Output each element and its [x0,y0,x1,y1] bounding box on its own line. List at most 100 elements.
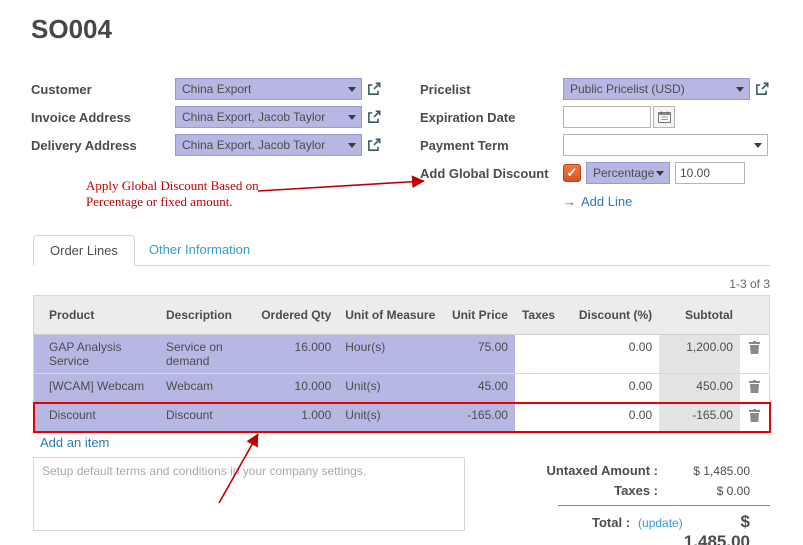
expiration-date-input[interactable] [563,106,651,128]
pricelist-external-link-icon[interactable] [754,81,771,98]
table-row[interactable]: GAP Analysis Service Service on demand 1… [34,335,770,374]
payment-term-select[interactable] [563,134,768,156]
cell-taxes[interactable] [515,335,572,374]
pricelist-value: Public Pricelist (USD) [570,82,685,96]
cell-description[interactable]: Service on demand [159,335,254,374]
page-title: SO004 [31,14,112,45]
cell-description[interactable]: Discount [159,403,254,432]
header-taxes[interactable]: Taxes [515,296,572,335]
totals-divider [558,505,770,506]
form-right-column: Pricelist Public Pricelist (USD) Expirat… [420,78,795,211]
cell-price[interactable]: 75.00 [445,335,515,374]
untaxed-amount-row: Untaxed Amount : $ 1,485.00 [520,463,770,478]
cell-product[interactable]: [WCAM] Webcam [34,374,160,403]
cell-subtotal: 450.00 [659,374,740,403]
notebook-tabs: Order Lines Other Information [33,236,770,266]
delete-row-icon[interactable] [747,379,762,397]
total-label: Total : [592,515,630,530]
cell-discount[interactable]: 0.00 [572,403,659,432]
header-description[interactable]: Description [159,296,254,335]
payment-term-label: Payment Term [420,138,563,153]
delivery-address-value: China Export, Jacob Taylor [182,138,325,152]
delete-row-icon[interactable] [747,408,762,426]
add-line-label: Add Line [581,194,632,209]
global-discount-checkbox[interactable]: ✓ [563,164,581,182]
sale-order-page: SO004 Customer China Export Invoice Addr… [0,0,803,545]
total-row: Total : (update) $ 1,485.00 [520,512,770,545]
delete-row-icon[interactable] [747,340,762,358]
header-product[interactable]: Product [34,296,160,335]
header-unit-of-measure[interactable]: Unit of Measure [338,296,445,335]
cell-discount[interactable]: 0.00 [572,335,659,374]
expiration-date-field-row: Expiration Date [420,106,795,128]
form-left-column: Customer China Export Invoice Address Ch… [31,78,419,162]
invoice-address-value: China Export, Jacob Taylor [182,110,325,124]
add-line-arrow-icon: → [563,194,576,209]
cell-description[interactable]: Webcam [159,374,254,403]
cell-uom[interactable]: Hour(s) [338,335,445,374]
customer-field-row: Customer China Export [31,78,419,100]
cell-taxes[interactable] [515,374,572,403]
cell-product[interactable]: Discount [34,403,160,432]
customer-label: Customer [31,82,175,97]
delivery-address-select[interactable]: China Export, Jacob Taylor [175,134,362,156]
invoice-address-label: Invoice Address [31,110,175,125]
tab-order-lines[interactable]: Order Lines [33,235,135,266]
global-discount-field-row: Add Global Discount ✓ Percentage [420,162,795,184]
cell-qty[interactable]: 1.000 [254,403,338,432]
grand-total-value: $ 1,485.00 [683,512,770,545]
header-unit-price[interactable]: Unit Price [445,296,515,335]
pricelist-select[interactable]: Public Pricelist (USD) [563,78,750,100]
untaxed-amount-label: Untaxed Amount : [520,463,658,478]
checkmark-icon: ✓ [567,165,578,181]
cell-uom[interactable]: Unit(s) [338,374,445,403]
delivery-address-field-row: Delivery Address China Export, Jacob Tay… [31,134,419,156]
calendar-icon[interactable] [653,106,675,128]
untaxed-amount-value: $ 1,485.00 [658,464,770,478]
add-an-item-link[interactable]: Add an item [33,429,116,456]
taxes-row: Taxes : $ 0.00 [520,483,770,498]
cell-product[interactable]: GAP Analysis Service [34,335,160,374]
add-line-button[interactable]: → Add Line [563,194,632,209]
expiration-date-label: Expiration Date [420,110,563,125]
cell-qty[interactable]: 10.000 [254,374,338,403]
pricelist-label: Pricelist [420,82,563,97]
totals-panel: Untaxed Amount : $ 1,485.00 Taxes : $ 0.… [520,463,770,545]
cell-discount[interactable]: 0.00 [572,374,659,403]
cell-subtotal: -165.00 [659,403,740,432]
cell-taxes[interactable] [515,403,572,432]
customer-external-link-icon[interactable] [366,81,383,98]
discount-type-select[interactable]: Percentage [586,162,670,184]
invoice-address-external-link-icon[interactable] [366,109,383,126]
cell-qty[interactable]: 16.000 [254,335,338,374]
invoice-address-select[interactable]: China Export, Jacob Taylor [175,106,362,128]
taxes-value: $ 0.00 [658,484,770,498]
cell-subtotal: 1,200.00 [659,335,740,374]
payment-term-field-row: Payment Term [420,134,795,156]
taxes-label: Taxes : [520,483,658,498]
terms-and-conditions-textarea[interactable] [33,457,465,531]
update-total-link[interactable]: (update) [638,516,683,530]
table-header-row: Product Description Ordered Qty Unit of … [34,296,770,335]
table-row[interactable]: [WCAM] Webcam Webcam 10.000 Unit(s) 45.0… [34,374,770,403]
delivery-address-external-link-icon[interactable] [366,137,383,154]
pricelist-field-row: Pricelist Public Pricelist (USD) [420,78,795,100]
table-row-discount-highlighted[interactable]: Discount Discount 1.000 Unit(s) -165.00 … [34,403,770,432]
delivery-address-label: Delivery Address [31,138,175,153]
tab-other-information[interactable]: Other Information [135,234,264,265]
header-ordered-qty[interactable]: Ordered Qty [254,296,338,335]
discount-amount-input[interactable] [675,162,745,184]
invoice-address-field-row: Invoice Address China Export, Jacob Tayl… [31,106,419,128]
discount-type-value: Percentage [593,166,654,180]
header-actions [740,296,770,335]
customer-select[interactable]: China Export [175,78,362,100]
cell-price[interactable]: -165.00 [445,403,515,432]
global-discount-annotation: Apply Global Discount Based on Percentag… [86,178,276,209]
order-lines-table: Product Description Ordered Qty Unit of … [33,295,770,432]
header-discount[interactable]: Discount (%) [572,296,659,335]
pager[interactable]: 1-3 of 3 [729,277,770,291]
cell-uom[interactable]: Unit(s) [338,403,445,432]
header-subtotal[interactable]: Subtotal [659,296,740,335]
cell-price[interactable]: 45.00 [445,374,515,403]
customer-value: China Export [182,82,251,96]
